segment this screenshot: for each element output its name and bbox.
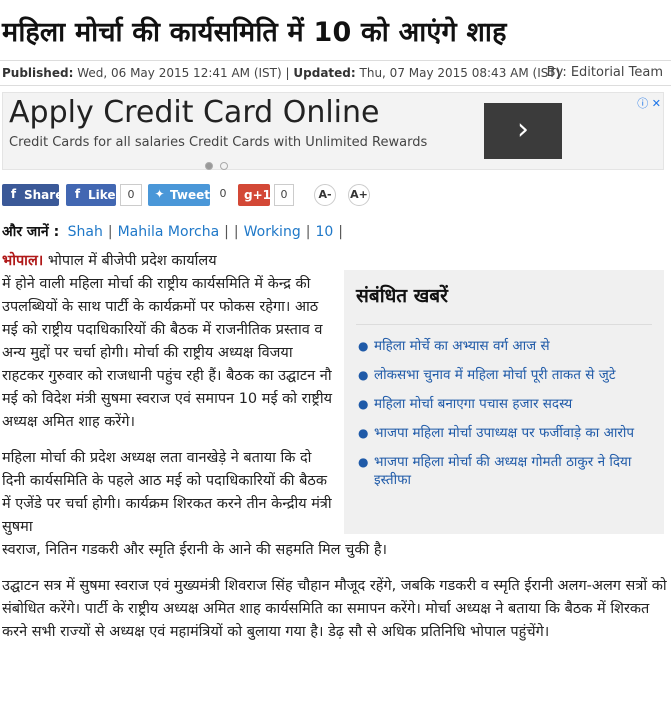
- ad-banner[interactable]: Apply Credit Card Online Credit Cards fo…: [2, 92, 664, 170]
- tag-link[interactable]: Working: [244, 224, 301, 240]
- related-news-link[interactable]: महिला मोर्चे का अभ्यास वर्ग आज से: [374, 338, 550, 354]
- carousel-dot-active[interactable]: [205, 162, 213, 170]
- para-text: में होने वाली महिला मोर्चा की राष्ट्रीय …: [2, 276, 332, 430]
- tag-link[interactable]: Mahila Morcha: [118, 224, 220, 240]
- tag-separator: |: [107, 224, 113, 240]
- tweet-button[interactable]: ✦ Tweet: [148, 184, 210, 206]
- meta-separator: |: [285, 66, 290, 80]
- google-plus-button[interactable]: g+1: [238, 184, 271, 206]
- dateline: भोपाल।: [2, 253, 44, 269]
- google-plus-label: g+1: [244, 188, 271, 202]
- facebook-like-label: Like: [88, 188, 116, 202]
- tag-separator: |: [224, 224, 229, 240]
- ad-subtitle[interactable]: Credit Cards for all salaries Credit Car…: [9, 135, 427, 150]
- carousel-dot[interactable]: [220, 162, 228, 170]
- font-increase-button[interactable]: A+: [348, 184, 370, 206]
- article-paragraph: भोपाल। भोपाल में बीजेपी प्रदेश कार्यालय म…: [2, 250, 332, 434]
- twitter-bird-icon: ✦: [154, 187, 165, 201]
- related-news-item[interactable]: ● भाजपा महिला मोर्चा उपाध्यक्ष पर फर्जीवा…: [356, 424, 652, 442]
- tags-row: और जानें : Shah | Mahila Morcha | | Working | 1…: [2, 222, 348, 241]
- by-label: By:: [546, 65, 567, 80]
- facebook-share-label: Share: [24, 188, 64, 202]
- ad-title[interactable]: Apply Credit Card Online: [9, 95, 379, 130]
- author-name[interactable]: Editorial Team: [571, 65, 663, 80]
- article-column: भोपाल। भोपाल में बीजेपी प्रदेश कार्यालय म…: [2, 250, 332, 539]
- facebook-share-button[interactable]: f Share: [2, 184, 63, 206]
- article-paragraph: उद्घाटन सत्र में सुषमा स्वराज एवं मुख्यम…: [2, 578, 667, 640]
- published-label: Published:: [2, 66, 74, 80]
- bullet-icon: ●: [358, 455, 369, 469]
- tag-separator: |: [305, 224, 311, 240]
- article-title: महिला मोर्चा की कार्यसमिति में 10 को आएं…: [2, 17, 507, 48]
- published-date: Wed, 06 May 2015 12:41 AM (IST): [77, 66, 282, 80]
- article-paragraph-end: स्वराज, नितिन गडकरी और स्मृति ईरानी के आ…: [2, 542, 388, 558]
- ad-carousel-dots: [205, 155, 235, 174]
- related-news-link[interactable]: भाजपा महिला मोर्चा उपाध्यक्ष पर फर्जीवाड…: [374, 425, 634, 441]
- tag-link[interactable]: Shah: [68, 224, 103, 240]
- related-news-list: ● महिला मोर्चे का अभ्यास वर्ग आज से ● लोकस…: [356, 324, 652, 489]
- bullet-icon: ●: [358, 339, 369, 353]
- tags-label: और जानें :: [2, 224, 60, 240]
- bullet-icon: ●: [358, 397, 369, 411]
- article-paragraph: महिला मोर्चा की प्रदेश अध्यक्ष लता वानखे…: [2, 450, 332, 535]
- tag-link[interactable]: 10: [315, 224, 333, 240]
- related-news-link[interactable]: लोकसभा चुनाव में महिला मोर्चा पूरी ताकत …: [374, 367, 616, 383]
- tweet-count: 0: [214, 184, 232, 206]
- facebook-icon: f: [10, 187, 17, 201]
- facebook-icon: f: [74, 187, 81, 201]
- related-news-item[interactable]: ● महिला मोर्चा बनाएगा पचास हजार सदस्य: [356, 395, 652, 413]
- related-news-box: संबंधित खबरें ● महिला मोर्चे का अभ्यास वर…: [344, 270, 664, 534]
- ad-info-close-icon[interactable]: ⓘ ✕: [637, 95, 661, 111]
- google-plus-count: 0: [274, 184, 294, 206]
- ad-next-button[interactable]: ›: [484, 103, 562, 159]
- related-news-item[interactable]: ● लोकसभा चुनाव में महिला मोर्चा पूरी ताकत…: [356, 366, 652, 384]
- related-news-heading: संबंधित खबरें: [356, 285, 448, 307]
- tag-separator: |: [233, 224, 239, 240]
- updated-label: Updated:: [293, 66, 356, 80]
- bullet-icon: ●: [358, 426, 369, 440]
- tweet-label: Tweet: [170, 188, 210, 202]
- bullet-icon: ●: [358, 368, 369, 382]
- like-count: 0: [120, 184, 142, 206]
- facebook-like-button[interactable]: f Like: [66, 184, 116, 206]
- related-news-item[interactable]: ● महिला मोर्चे का अभ्यास वर्ग आज से: [356, 337, 652, 355]
- related-news-item[interactable]: ● भाजपा महिला मोर्चा की अध्यक्ष गोमती ठाक…: [356, 453, 652, 489]
- related-news-link[interactable]: महिला मोर्चा बनाएगा पचास हजार सदस्य: [374, 396, 572, 412]
- related-news-link[interactable]: भाजपा महिला मोर्चा की अध्यक्ष गोमती ठाकु…: [374, 454, 631, 488]
- lead-text: भोपाल में बीजेपी प्रदेश कार्यालय: [43, 253, 217, 269]
- font-decrease-button[interactable]: A-: [314, 184, 336, 206]
- tag-separator: |: [338, 224, 343, 240]
- article-meta: Published: Wed, 06 May 2015 12:41 AM (IS…: [0, 60, 671, 86]
- updated-date: Thu, 07 May 2015 08:43 AM (IST): [359, 66, 561, 80]
